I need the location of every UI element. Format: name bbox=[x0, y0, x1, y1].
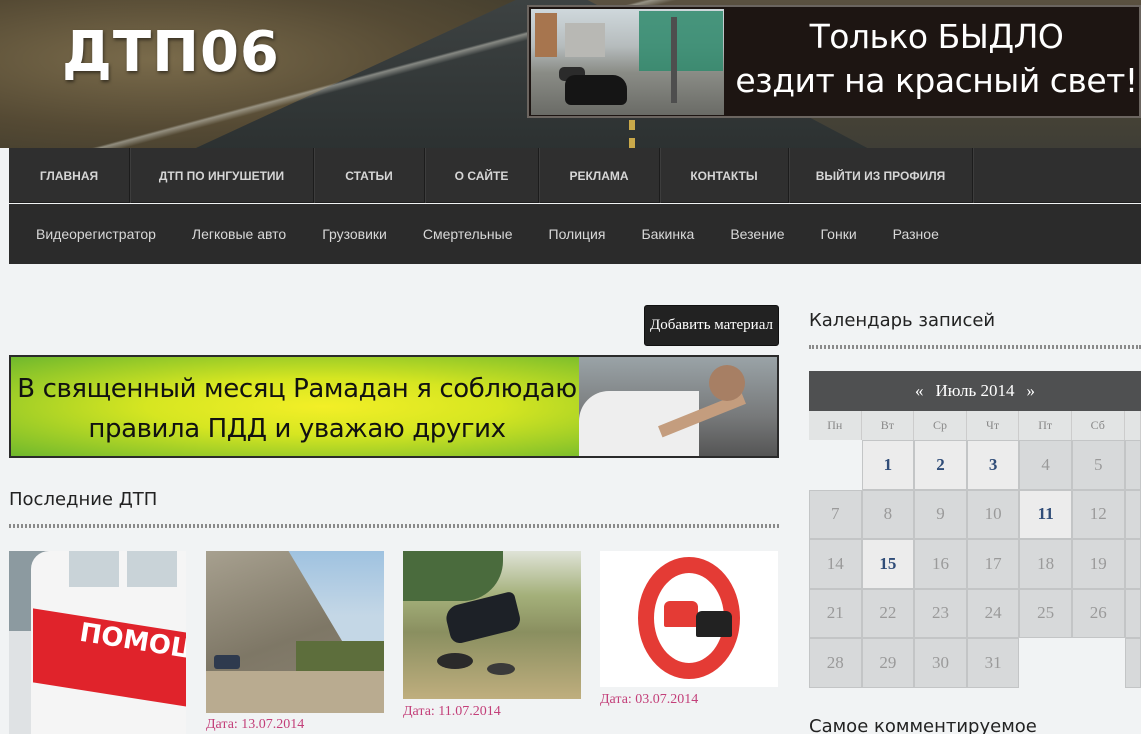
calendar-day: 18 bbox=[1019, 539, 1072, 589]
header-banner[interactable]: Только БЫДЛО ездит на красный свет! bbox=[527, 5, 1141, 118]
site-logo[interactable]: ДТП06 bbox=[62, 20, 280, 85]
calendar-prev-link[interactable]: « bbox=[915, 381, 924, 401]
calendar-day-link[interactable]: 11 bbox=[1019, 489, 1072, 539]
category-cars[interactable]: Легковые авто bbox=[192, 226, 286, 242]
calendar-header: « Июль 2014 » bbox=[809, 371, 1141, 411]
calendar-day: 12 bbox=[1071, 489, 1125, 539]
category-dashcam[interactable]: Видеорегистратор bbox=[36, 226, 156, 242]
weekday-label: Пт bbox=[1019, 411, 1072, 440]
section-divider bbox=[9, 524, 779, 528]
accident-thumbnail[interactable] bbox=[403, 551, 581, 699]
calendar-day: 14 bbox=[809, 539, 862, 589]
calendar-day: 4 bbox=[1019, 440, 1072, 490]
accident-thumbnail[interactable] bbox=[600, 551, 778, 687]
calendar-day: 25 bbox=[1019, 588, 1072, 638]
calendar-day: 8 bbox=[861, 489, 915, 539]
section-divider bbox=[809, 345, 1141, 349]
calendar-day: 7 bbox=[809, 489, 862, 539]
accident-thumbnail[interactable]: ПОМОЩЬ bbox=[9, 551, 186, 734]
add-material-button[interactable]: Добавить материал bbox=[644, 305, 779, 346]
nav-articles[interactable]: СТАТЬИ bbox=[314, 148, 425, 203]
calendar-day: 30 bbox=[914, 638, 967, 688]
banner-text: Только БЫДЛО ездит на красный свет! bbox=[735, 17, 1138, 100]
nav-about[interactable]: О САЙТЕ bbox=[425, 148, 539, 203]
weekday-label: Сб bbox=[1072, 411, 1125, 440]
calendar-day: 21 bbox=[809, 588, 862, 638]
calendar-day: 16 bbox=[914, 539, 967, 589]
calendar-month-label: Июль 2014 bbox=[935, 381, 1015, 400]
most-commented-title: Самое комментируемое bbox=[809, 716, 1037, 734]
category-fatal[interactable]: Смертельные bbox=[423, 226, 513, 242]
category-police[interactable]: Полиция bbox=[549, 226, 606, 242]
calendar-day: 17 bbox=[966, 539, 1020, 589]
calendar-day: 26 bbox=[1071, 588, 1125, 638]
accident-date: Дата: 11.07.2014 bbox=[403, 704, 501, 719]
accident-date: Дата: 13.07.2014 bbox=[206, 717, 305, 732]
calendar-day: 31 bbox=[966, 638, 1020, 688]
calendar-day-link[interactable]: 3 bbox=[966, 440, 1020, 490]
weekday-label: Вт bbox=[862, 411, 915, 440]
calendar-empty-cell bbox=[1019, 638, 1072, 688]
latest-accidents-title: Последние ДТП bbox=[9, 489, 158, 510]
main-nav: ГЛАВНАЯ ДТП ПО ИНГУШЕТИИ СТАТЬИ О САЙТЕ … bbox=[9, 148, 1141, 203]
category-racing[interactable]: Гонки bbox=[821, 226, 857, 242]
category-bakinka[interactable]: Бакинка bbox=[641, 226, 694, 242]
ramadan-banner-photo bbox=[579, 357, 777, 456]
nav-accidents-ingushetia[interactable]: ДТП ПО ИНГУШЕТИИ bbox=[130, 148, 314, 203]
ramadan-banner[interactable]: В священный месяц Рамадан я соблюдаю пра… bbox=[9, 355, 779, 458]
calendar-day: 24 bbox=[966, 588, 1020, 638]
calendar-day-link[interactable]: 2 bbox=[914, 440, 967, 490]
site-header: ДТП06 Только БЫДЛО ездит на красный свет… bbox=[0, 0, 1141, 148]
calendar-day: 29 bbox=[861, 638, 915, 688]
nav-logout[interactable]: ВЫЙТИ ИЗ ПРОФИЛЯ bbox=[789, 148, 973, 203]
accident-thumbnail[interactable] bbox=[206, 551, 384, 713]
calendar-day-link[interactable]: 15 bbox=[861, 539, 915, 589]
calendar-weekdays: Пн Вт Ср Чт Пт Сб bbox=[809, 411, 1141, 440]
calendar-day: 23 bbox=[914, 588, 967, 638]
ramadan-banner-text: В священный месяц Рамадан я соблюдаю пра… bbox=[17, 374, 577, 456]
calendar-day: 28 bbox=[809, 638, 862, 688]
posts-calendar: « Июль 2014 » Пн Вт Ср Чт Пт Сб 12345789… bbox=[809, 371, 1141, 688]
calendar-empty-cell bbox=[809, 440, 862, 490]
calendar-day: 9 bbox=[914, 489, 967, 539]
category-trucks[interactable]: Грузовики bbox=[322, 226, 387, 242]
calendar-day: 10 bbox=[966, 489, 1020, 539]
banner-photo bbox=[531, 9, 724, 115]
weekday-label: Пн bbox=[809, 411, 862, 440]
calendar-grid: 1 2 3 4 5 7 8 9 10 11 12 14 15 16 17 18 19 21 22 23 24 25 26 28… bbox=[809, 440, 1141, 688]
calendar-title: Календарь записей bbox=[809, 310, 996, 331]
category-nav: Видеорегистратор Легковые авто Грузовики… bbox=[9, 204, 1141, 264]
accident-date: Дата: 03.07.2014 bbox=[600, 692, 699, 707]
calendar-next-link[interactable]: » bbox=[1027, 381, 1036, 401]
nav-contacts[interactable]: КОНТАКТЫ bbox=[660, 148, 789, 203]
calendar-day: 5 bbox=[1071, 440, 1125, 490]
nav-advertising[interactable]: РЕКЛАМА bbox=[539, 148, 660, 203]
category-luck[interactable]: Везение bbox=[730, 226, 784, 242]
weekday-label: Ср bbox=[914, 411, 967, 440]
calendar-day: 22 bbox=[861, 588, 915, 638]
category-misc[interactable]: Разное bbox=[893, 226, 939, 242]
calendar-day-link[interactable]: 1 bbox=[861, 440, 915, 490]
nav-home[interactable]: ГЛАВНАЯ bbox=[9, 148, 130, 203]
calendar-empty-cell bbox=[1072, 638, 1125, 688]
weekday-label: Чт bbox=[967, 411, 1020, 440]
calendar-day: 19 bbox=[1071, 539, 1125, 589]
